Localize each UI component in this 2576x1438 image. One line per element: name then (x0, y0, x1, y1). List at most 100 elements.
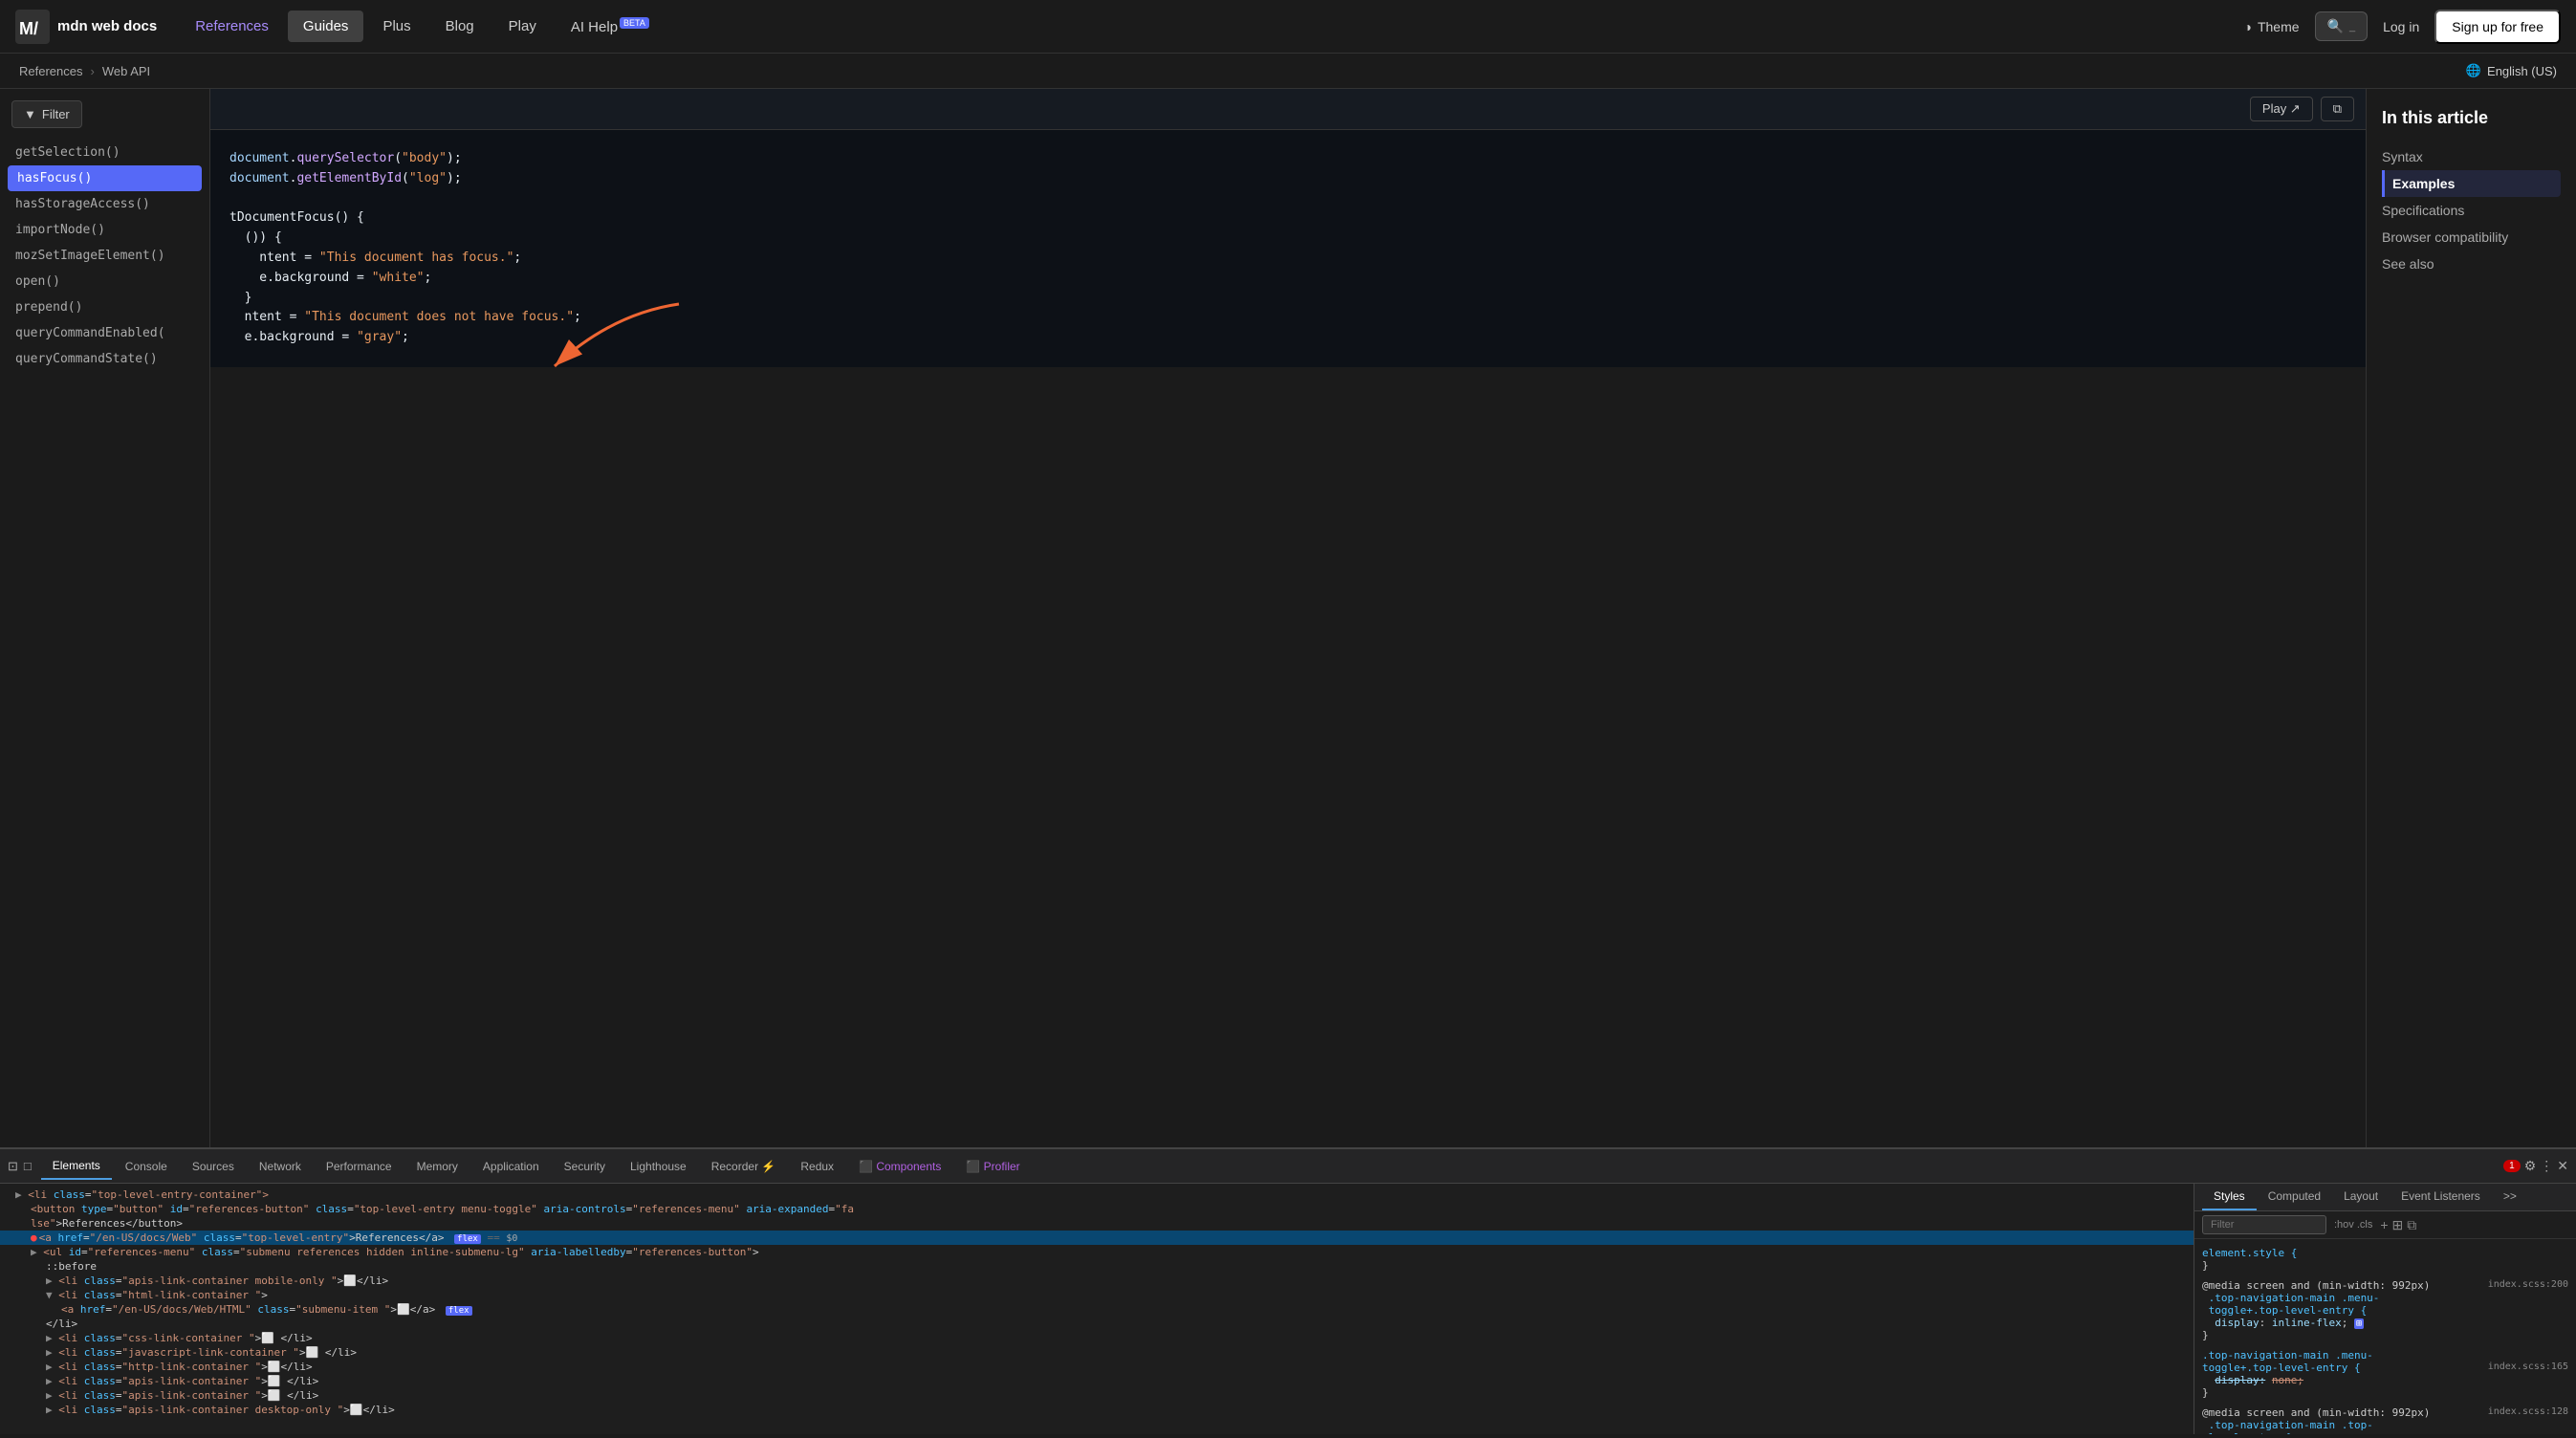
styles-add-icon[interactable]: + (2380, 1217, 2388, 1232)
right-sidebar: In this article Syntax Examples Specific… (2366, 89, 2576, 1147)
code-line-4: tDocumentFocus() { (229, 208, 2347, 229)
html-line-3: lse">References</button> (0, 1216, 2194, 1231)
sidebar-item-getselection[interactable]: getSelection() (0, 140, 209, 165)
styles-rule-menu-toggle: .top-navigation-main .menu-toggle+.top-l… (2202, 1349, 2568, 1399)
html-line-16: ▶ <li class="apis-link-container desktop… (0, 1403, 2194, 1417)
devtools-tab-profiler[interactable]: ⬛ Profiler (954, 1154, 1031, 1179)
devtools-inspect-icon[interactable]: ⊡ (8, 1159, 18, 1174)
devtools-tab-recorder[interactable]: Recorder ⚡ (700, 1154, 788, 1179)
devtools-tab-security[interactable]: Security (553, 1154, 617, 1179)
breadcrumb-bar: References › Web API 🌐 English (US) (0, 54, 2576, 89)
nav-item-blog[interactable]: Blog (430, 11, 490, 42)
sidebar-item-importnode[interactable]: importNode() (0, 217, 209, 243)
code-line-3 (229, 189, 2347, 209)
devtools-tab-components[interactable]: ⬛ Components (847, 1154, 952, 1179)
mdn-logo-icon: M/ (15, 10, 50, 44)
logo[interactable]: M/ mdn web docs (15, 10, 157, 44)
breadcrumb-separator: › (90, 64, 94, 78)
sidebar-item-open[interactable]: open() (0, 269, 209, 294)
code-line-5: ()) { (229, 229, 2347, 249)
nav-item-plus[interactable]: Plus (367, 11, 426, 42)
html-line-12: ▶ <li class="javascript-link-container "… (0, 1345, 2194, 1360)
sidebar-item-prepend[interactable]: prepend() (0, 294, 209, 320)
left-sidebar: ▼ Filter getSelection() hasFocus() hasSt… (0, 89, 210, 1147)
html-line-8: ▼ <li class="html-link-container "> (0, 1288, 2194, 1302)
toc-item-browser-compat[interactable]: Browser compatibility (2382, 224, 2561, 251)
sidebar-item-querycommandenabled[interactable]: queryCommandEnabled( (0, 320, 209, 346)
sidebar-item-hasstorageaccess[interactable]: hasStorageAccess() (0, 191, 209, 217)
devtools-device-icon[interactable]: □ (24, 1159, 32, 1173)
language-button[interactable]: 🌐 English (US) (2466, 63, 2557, 78)
nav-item-references[interactable]: References (180, 11, 284, 42)
theme-button[interactable]: ◑ Theme (2244, 19, 2300, 34)
sidebar-item-querycommandstate[interactable]: queryCommandState() (0, 346, 209, 372)
breadcrumb-references[interactable]: References (19, 64, 82, 78)
devtools-styles-panel: Styles Computed Layout Event Listeners >… (2194, 1184, 2576, 1434)
styles-pseudo-label: :hov .cls (2334, 1219, 2372, 1231)
code-line-6: ntent = "This document has focus."; (229, 249, 2347, 269)
toc-item-examples[interactable]: Examples (2382, 170, 2561, 197)
filter-icon: ▼ (24, 107, 36, 121)
devtools-tab-lighthouse[interactable]: Lighthouse (619, 1154, 698, 1179)
styles-tab-computed[interactable]: Computed (2257, 1184, 2332, 1210)
devtools-close-icon[interactable]: ✕ (2557, 1158, 2568, 1174)
styles-copy-icon[interactable]: ⧉ (2407, 1217, 2416, 1233)
html-line-4[interactable]: ●<a href="/en-US/docs/Web" class="top-le… (0, 1231, 2194, 1245)
code-line-1: document.querySelector("body"); (229, 149, 2347, 169)
styles-content: element.style { } @media screen and (min… (2194, 1239, 2576, 1434)
play-button[interactable]: Play ↗ (2250, 97, 2313, 121)
devtools-html-panel: ▶ <li class="top-level-entry-container">… (0, 1184, 2194, 1434)
search-icon: 🔍 (2327, 18, 2344, 34)
devtools-tab-memory[interactable]: Memory (405, 1154, 469, 1179)
devtools-tab-redux[interactable]: Redux (789, 1154, 845, 1179)
search-button[interactable]: 🔍 _ (2315, 11, 2369, 41)
content-area: Play ↗ ⧉ document.querySelector("body");… (210, 89, 2366, 1147)
code-line-2: document.getElementById("log"); (229, 169, 2347, 189)
styles-filter-input[interactable] (2202, 1215, 2326, 1234)
styles-tab-layout[interactable]: Layout (2332, 1184, 2390, 1210)
code-block: document.querySelector("body"); document… (210, 130, 2366, 367)
code-line-8: } (229, 289, 2347, 309)
filter-button[interactable]: ▼ Filter (11, 100, 82, 128)
toc-item-specifications[interactable]: Specifications (2382, 197, 2561, 224)
code-line-9: ntent = "This document does not have foc… (229, 308, 2347, 328)
sidebar-item-hasfocus[interactable]: hasFocus() (8, 165, 202, 191)
devtools-tab-application[interactable]: Application (471, 1154, 551, 1179)
devtools-tab-network[interactable]: Network (248, 1154, 313, 1179)
play-bar: Play ↗ ⧉ (210, 89, 2366, 130)
toc-item-syntax[interactable]: Syntax (2382, 143, 2561, 170)
devtools-tab-sources[interactable]: Sources (181, 1154, 246, 1179)
devtools-main: ▶ <li class="top-level-entry-container">… (0, 1184, 2576, 1434)
nav-right: ◑ Theme 🔍 _ Log in Sign up for free (2244, 10, 2562, 44)
devtools-tab-performance[interactable]: Performance (315, 1154, 404, 1179)
devtools-panel: ⊡ □ Elements Console Sources Network Per… (0, 1147, 2576, 1434)
devtools-tab-elements[interactable]: Elements (41, 1153, 112, 1180)
styles-tabs: Styles Computed Layout Event Listeners >… (2194, 1184, 2576, 1211)
code-line-7: e.background = "white"; (229, 269, 2347, 289)
nav-item-ai-help[interactable]: AI HelpBETA (556, 11, 665, 43)
logo-text: mdn web docs (57, 18, 157, 34)
styles-filter-bar: :hov .cls + ⊞ ⧉ (2194, 1211, 2576, 1239)
nav-item-guides[interactable]: Guides (288, 11, 364, 42)
styles-tab-styles[interactable]: Styles (2202, 1184, 2257, 1210)
devtools-more-icon[interactable]: ⋮ (2540, 1158, 2553, 1174)
svg-text:M/: M/ (19, 19, 38, 38)
styles-layout-icon[interactable]: ⊞ (2392, 1217, 2404, 1233)
copy-button[interactable]: ⧉ (2321, 97, 2354, 121)
styles-tab-event-listeners[interactable]: Event Listeners (2390, 1184, 2492, 1210)
html-line-6: ::before (0, 1259, 2194, 1274)
html-line-15: ▶ <li class="apis-link-container ">⬜ </l… (0, 1388, 2194, 1403)
login-button[interactable]: Log in (2383, 19, 2419, 34)
top-navigation: M/ mdn web docs References Guides Plus B… (0, 0, 2576, 54)
breadcrumb: References › Web API (19, 64, 150, 78)
html-line-9: <a href="/en-US/docs/Web/HTML" class="su… (0, 1302, 2194, 1317)
theme-icon: ◑ (2244, 19, 2252, 34)
nav-item-play[interactable]: Play (493, 11, 552, 42)
devtools-settings-icon[interactable]: ⚙ (2524, 1158, 2537, 1174)
styles-rule-media-992-1: @media screen and (min-width: 992px) ind… (2202, 1279, 2568, 1341)
toc-item-see-also[interactable]: See also (2382, 251, 2561, 277)
styles-tab-more[interactable]: >> (2492, 1184, 2528, 1210)
sidebar-item-mozsetimageelement[interactable]: mozSetImageElement() (0, 243, 209, 269)
signup-button[interactable]: Sign up for free (2434, 10, 2561, 44)
devtools-tab-console[interactable]: Console (114, 1154, 179, 1179)
